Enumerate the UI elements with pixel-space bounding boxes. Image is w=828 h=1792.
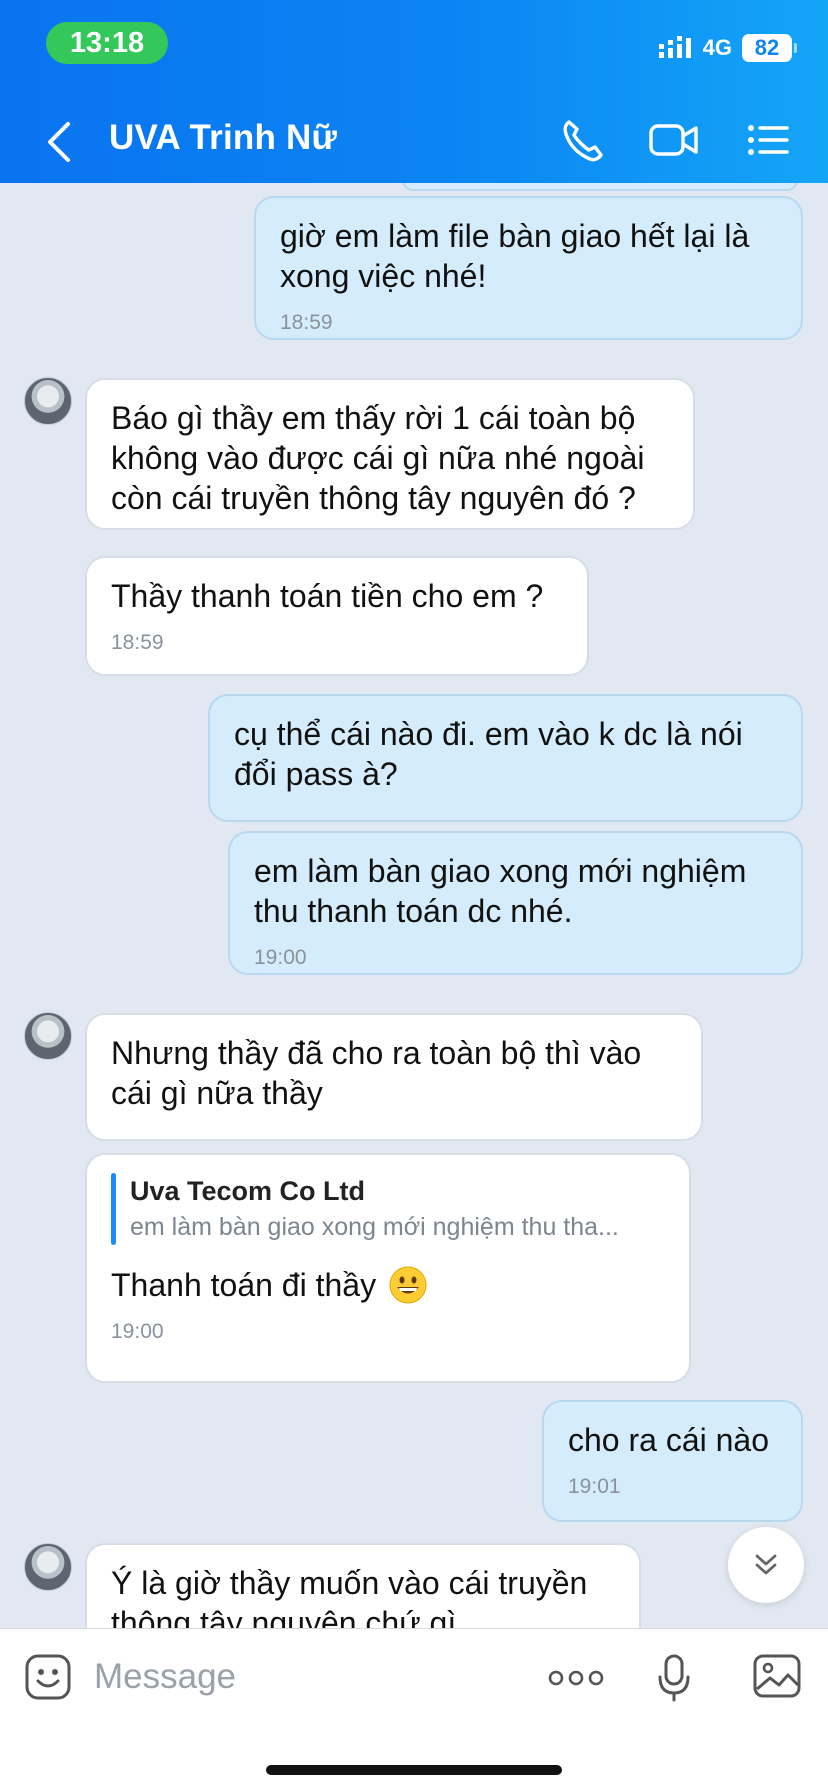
list-menu-icon[interactable] xyxy=(746,116,790,164)
video-camera-icon[interactable] xyxy=(648,116,700,164)
message-text: em làm bàn giao xong mới nghiệm thu than… xyxy=(254,853,747,929)
message-text: Báo gì thầy em thấy rời 1 cái toàn bộ kh… xyxy=(111,400,645,516)
message-bubble-incoming[interactable]: Báo gì thầy em thấy rời 1 cái toàn bộ kh… xyxy=(85,378,695,530)
quoted-message[interactable]: Uva Tecom Co Ltd em làm bàn giao xong mớ… xyxy=(111,1173,665,1245)
message-bubble-outgoing[interactable]: cho ra cái nào 19:01 xyxy=(542,1400,803,1522)
message-text: cụ thể cái nào đi. em vào k dc là nói đổ… xyxy=(234,716,743,792)
message-bubble-outgoing[interactable]: em làm bàn giao xong mới nghiệm thu than… xyxy=(228,831,803,975)
scroll-to-bottom-button[interactable] xyxy=(728,1527,804,1603)
avatar[interactable] xyxy=(24,1012,72,1060)
signal-icon xyxy=(658,36,691,58)
avatar[interactable] xyxy=(24,377,72,425)
message-bubble-outgoing[interactable]: giờ em làm file bàn giao hết lại là xong… xyxy=(254,196,803,340)
quote-text: em làm bàn giao xong mới nghiệm thu tha.… xyxy=(130,1213,619,1241)
status-time: 13:18 xyxy=(46,22,168,64)
message-bubble-partial xyxy=(402,183,798,191)
quote-author: Uva Tecom Co Ltd xyxy=(130,1176,366,1206)
battery-level: 82 xyxy=(742,34,797,62)
message-bubble-incoming[interactable]: Nhưng thầy đã cho ra toàn bộ thì vào cái… xyxy=(85,1013,703,1141)
message-time: 19:00 xyxy=(254,946,307,969)
grinning-face-emoji-icon xyxy=(389,1266,427,1304)
message-bubble-incoming-reply[interactable]: Uva Tecom Co Ltd em làm bàn giao xong mớ… xyxy=(85,1153,691,1383)
avatar[interactable] xyxy=(24,1543,72,1591)
message-text: cho ra cái nào xyxy=(568,1422,770,1458)
double-chevron-down-icon xyxy=(755,1554,777,1575)
network-type: 4G xyxy=(702,35,732,60)
message-time: 18:59 xyxy=(280,311,333,334)
message-bubble-incoming[interactable]: Thầy thanh toán tiền cho em ? 18:59 xyxy=(85,556,589,676)
message-time: 19:00 xyxy=(111,1320,164,1343)
message-time: 18:59 xyxy=(111,631,164,654)
more-dots-icon[interactable] xyxy=(548,1669,604,1687)
message-list[interactable]: giờ em làm file bàn giao hết lại là xong… xyxy=(0,183,828,1628)
message-bubble-outgoing[interactable]: cụ thể cái nào đi. em vào k dc là nói đổ… xyxy=(208,694,803,822)
message-text: Thanh toán đi thầy xyxy=(111,1267,377,1303)
microphone-icon[interactable] xyxy=(656,1653,692,1703)
message-text: Nhưng thầy đã cho ra toàn bộ thì vào cái… xyxy=(111,1035,642,1111)
message-bubble-incoming[interactable]: Ý là giờ thầy muốn vào cái truyền thông … xyxy=(85,1543,641,1628)
sticker-smile-icon[interactable] xyxy=(24,1653,72,1701)
phone-icon[interactable] xyxy=(560,116,604,164)
message-text: Ý là giờ thầy muốn vào cái truyền thông … xyxy=(111,1565,588,1628)
contact-name[interactable]: UVA Trinh Nữ xyxy=(109,118,337,158)
message-time: 19:01 xyxy=(568,1475,621,1498)
image-icon[interactable] xyxy=(752,1653,802,1699)
status-indicators: 4G 82 xyxy=(658,30,797,66)
message-input-bar: Message xyxy=(0,1628,828,1792)
quote-bar xyxy=(111,1173,116,1245)
message-text: giờ em làm file bàn giao hết lại là xong… xyxy=(280,218,750,294)
message-text: Thầy thanh toán tiền cho em ? xyxy=(111,578,544,614)
message-input[interactable]: Message xyxy=(94,1657,236,1697)
chevron-left-icon[interactable] xyxy=(42,120,78,164)
chat-header: 13:18 4G 82 UVA Trinh Nữ xyxy=(0,0,828,183)
home-indicator xyxy=(266,1765,562,1775)
